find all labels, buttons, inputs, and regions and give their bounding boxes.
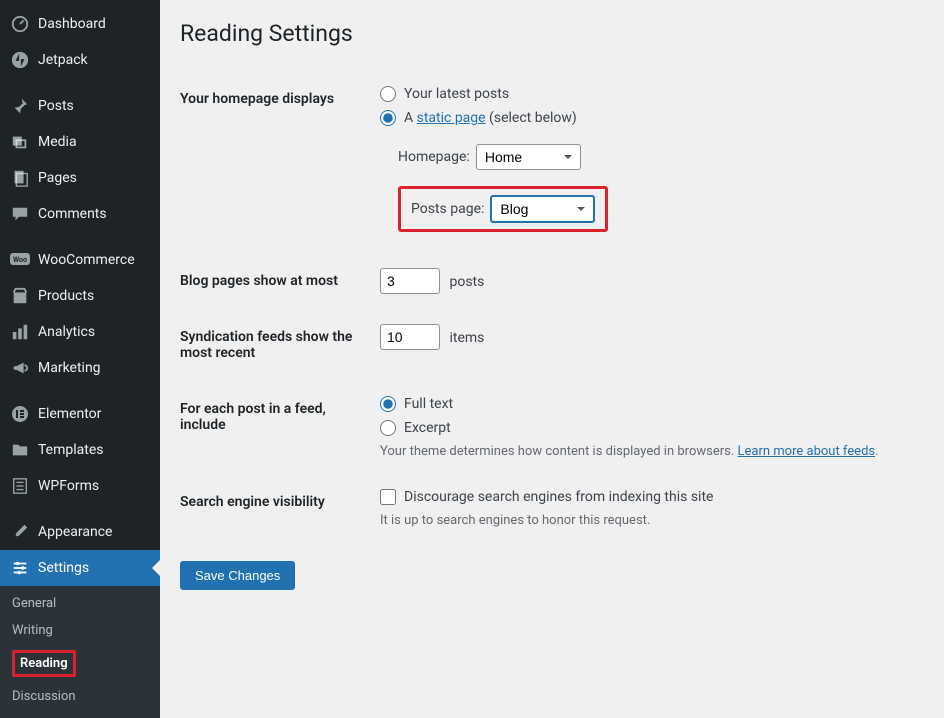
posts-page-select[interactable]: Blog (490, 195, 595, 223)
media-icon (10, 132, 30, 152)
radio-full-label: Full text (404, 396, 453, 412)
sidebar-item-analytics[interactable]: Analytics (0, 314, 160, 350)
feed-desc-suffix: . (875, 444, 878, 459)
homepage-label: Your homepage displays (180, 71, 380, 253)
menu-label: WooCommerce (38, 252, 135, 268)
discourage-checkbox[interactable] (380, 489, 396, 505)
sidebar-item-posts[interactable]: Posts (0, 88, 160, 124)
radio-full-text[interactable] (380, 396, 396, 412)
bar-chart-icon (10, 322, 30, 342)
menu-label: Elementor (38, 406, 101, 422)
menu-label: Dashboard (38, 16, 106, 32)
sidebar-item-pages[interactable]: Pages (0, 160, 160, 196)
menu-label: Pages (38, 170, 77, 186)
sidebar-item-products[interactable]: Products (0, 278, 160, 314)
page-icon (10, 168, 30, 188)
menu-label: Media (38, 134, 77, 150)
menu-label: Comments (38, 206, 107, 222)
sidebar-item-dashboard[interactable]: Dashboard (0, 6, 160, 42)
comment-icon (10, 204, 30, 224)
sidebar-item-comments[interactable]: Comments (0, 196, 160, 232)
menu-label: Jetpack (38, 52, 88, 68)
radio-static-page[interactable] (380, 110, 396, 126)
sidebar-item-settings[interactable]: Settings (0, 550, 160, 586)
search-visibility-label: Search engine visibility (180, 474, 380, 543)
static-suffix: (select below) (486, 110, 577, 126)
menu-label: Templates (38, 442, 104, 458)
blog-pages-unit: posts (449, 274, 484, 290)
main-content: Reading Settings Your homepage displays … (160, 0, 944, 682)
static-page-link[interactable]: static page (417, 110, 486, 126)
homepage-select[interactable]: Home (476, 144, 581, 170)
menu-label: Appearance (38, 524, 112, 540)
woocommerce-icon: Woo (10, 250, 30, 270)
feed-desc-prefix: Your theme determines how content is dis… (380, 444, 738, 459)
static-prefix: A (404, 110, 417, 126)
admin-sidebar: Dashboard Jetpack Posts Media Pages Comm… (0, 0, 160, 682)
pin-icon (10, 96, 30, 116)
posts-page-highlight-box: Posts page: Blog (398, 186, 608, 232)
menu-label: Posts (38, 98, 74, 114)
sidebar-item-appearance[interactable]: Appearance (0, 514, 160, 550)
posts-page-select-label: Posts page: (411, 201, 484, 217)
homepage-select-label: Homepage: (398, 149, 470, 165)
brush-icon (10, 522, 30, 542)
form-icon (10, 476, 30, 496)
settings-submenu: General Writing Reading Discussion (0, 586, 160, 718)
submenu-writing[interactable]: Writing (0, 617, 160, 644)
submenu-discussion[interactable]: Discussion (0, 683, 160, 710)
blog-pages-input[interactable] (380, 268, 440, 294)
sidebar-item-media[interactable]: Media (0, 124, 160, 160)
radio-excerpt[interactable] (380, 420, 396, 436)
page-title: Reading Settings (180, 20, 924, 47)
radio-latest-posts[interactable] (380, 86, 396, 102)
submenu-general[interactable]: General (0, 590, 160, 617)
folder-icon (10, 440, 30, 460)
sidebar-item-jetpack[interactable]: Jetpack (0, 42, 160, 78)
menu-label: Products (38, 288, 94, 304)
elementor-icon (10, 404, 30, 424)
sidebar-item-marketing[interactable]: Marketing (0, 350, 160, 386)
syndication-unit: items (449, 330, 484, 346)
submenu-reading[interactable]: Reading (0, 644, 160, 683)
blog-pages-label: Blog pages show at most (180, 253, 380, 309)
radio-latest-label: Your latest posts (404, 86, 509, 102)
save-changes-button[interactable]: Save Changes (180, 561, 295, 590)
megaphone-icon (10, 358, 30, 378)
discourage-label: Discourage search engines from indexing … (404, 489, 713, 505)
menu-label: Marketing (38, 360, 101, 376)
menu-label: Analytics (38, 324, 95, 340)
svg-text:Woo: Woo (13, 256, 27, 264)
search-visibility-desc: It is up to search engines to honor this… (380, 513, 914, 528)
menu-label: Settings (38, 560, 89, 576)
sidebar-item-wpforms[interactable]: WPForms (0, 468, 160, 504)
sliders-icon (10, 558, 30, 578)
syndication-input[interactable] (380, 324, 440, 350)
sidebar-item-woocommerce[interactable]: Woo WooCommerce (0, 242, 160, 278)
jetpack-icon (10, 50, 30, 70)
feed-include-label: For each post in a feed, include (180, 381, 380, 474)
sidebar-item-elementor[interactable]: Elementor (0, 396, 160, 432)
products-icon (10, 286, 30, 306)
learn-more-feeds-link[interactable]: Learn more about feeds (738, 444, 876, 459)
dashboard-icon (10, 14, 30, 34)
syndication-label: Syndication feeds show the most recent (180, 309, 380, 381)
sidebar-item-templates[interactable]: Templates (0, 432, 160, 468)
menu-label: WPForms (38, 478, 99, 494)
radio-excerpt-label: Excerpt (404, 420, 451, 436)
